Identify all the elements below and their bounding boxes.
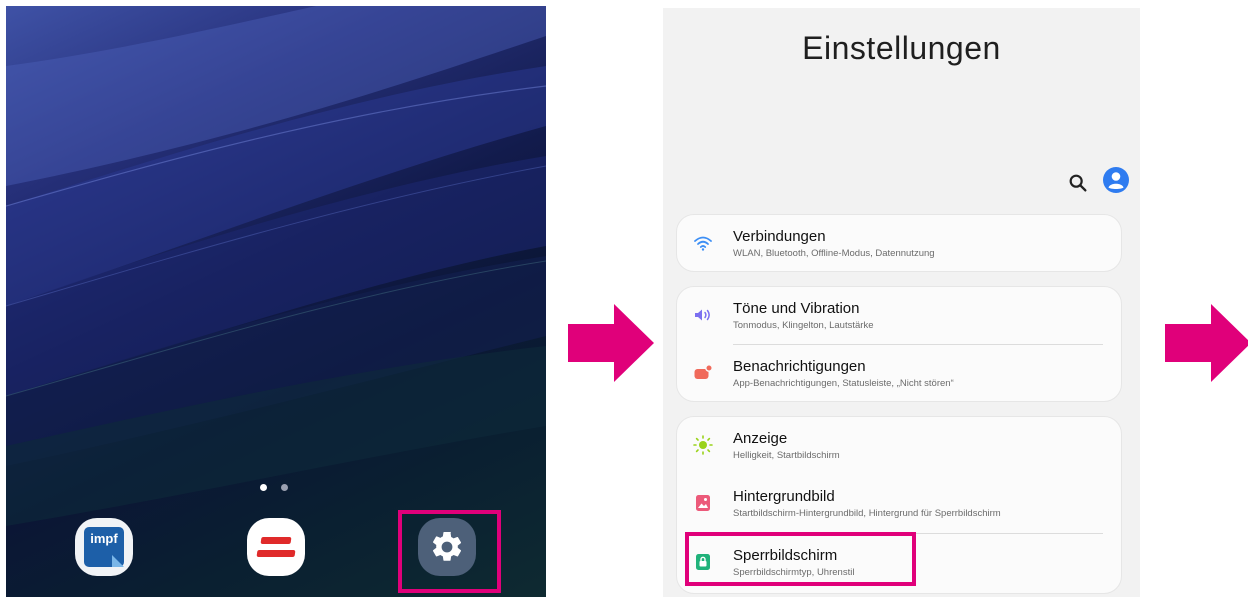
page-dot-active: [260, 484, 267, 491]
settings-item-subtitle: Tonmodus, Klingelton, Lautstärke: [733, 320, 874, 331]
settings-group-sound-notifications: Töne und Vibration Tonmodus, Klingelton,…: [676, 286, 1122, 402]
settings-item-toene-und-vibration[interactable]: Töne und Vibration Tonmodus, Klingelton,…: [677, 287, 1121, 343]
settings-item-title: Benachrichtigungen: [733, 358, 866, 375]
settings-item-subtitle: App-Benachrichtigungen, Statusleiste, „N…: [733, 378, 954, 389]
highlight-settings-app: [398, 510, 501, 593]
settings-item-benachrichtigungen[interactable]: Benachrichtigungen App-Benachrichtigunge…: [677, 345, 1121, 401]
wallpaper: [6, 6, 546, 526]
arrow-right-icon: [568, 304, 654, 382]
settings-item-title: Töne und Vibration: [733, 300, 860, 317]
home-screen: impf: [6, 6, 546, 597]
account-icon[interactable]: [1102, 166, 1130, 194]
highlight-sperrbildschirm: [685, 532, 916, 586]
settings-item-subtitle: Startbildschirm-Hintergrundbild, Hinterg…: [733, 508, 1001, 519]
settings-item-subtitle: Helligkeit, Startbildschirm: [733, 450, 840, 461]
page-title: Einstellungen: [802, 30, 1001, 66]
page-dot: [281, 484, 288, 491]
page-indicator: [260, 484, 288, 491]
search-icon[interactable]: [1067, 172, 1089, 194]
settings-item-anzeige[interactable]: Anzeige Helligkeit, Startbildschirm: [677, 417, 1121, 473]
settings-item-title: Hintergrundbild: [733, 488, 835, 505]
settings-item-title: Verbindungen: [733, 228, 826, 245]
red-stripes-app-icon[interactable]: [247, 518, 305, 576]
settings-item-subtitle: WLAN, Bluetooth, Offline-Modus, Datennut…: [733, 248, 935, 259]
brightness-icon: [693, 435, 713, 455]
wifi-icon: [694, 236, 712, 251]
settings-item-hintergrundbild[interactable]: Hintergrundbild Startbildschirm-Hintergr…: [677, 475, 1121, 531]
impf-app-icon[interactable]: impf: [75, 518, 133, 576]
speaker-icon: [695, 309, 710, 321]
notification-icon: [694, 364, 713, 379]
settings-group-connections: Verbindungen WLAN, Bluetooth, Offline-Mo…: [676, 214, 1122, 272]
wallpaper-icon: [696, 495, 710, 511]
arrow-right-icon: [1165, 304, 1248, 382]
settings-item-verbindungen[interactable]: Verbindungen WLAN, Bluetooth, Offline-Mo…: [677, 215, 1121, 271]
settings-screen: Einstellungen Verbindungen WLAN, Bluetoo…: [663, 8, 1140, 597]
settings-item-title: Anzeige: [733, 430, 788, 447]
impf-app-label: impf: [90, 531, 118, 546]
